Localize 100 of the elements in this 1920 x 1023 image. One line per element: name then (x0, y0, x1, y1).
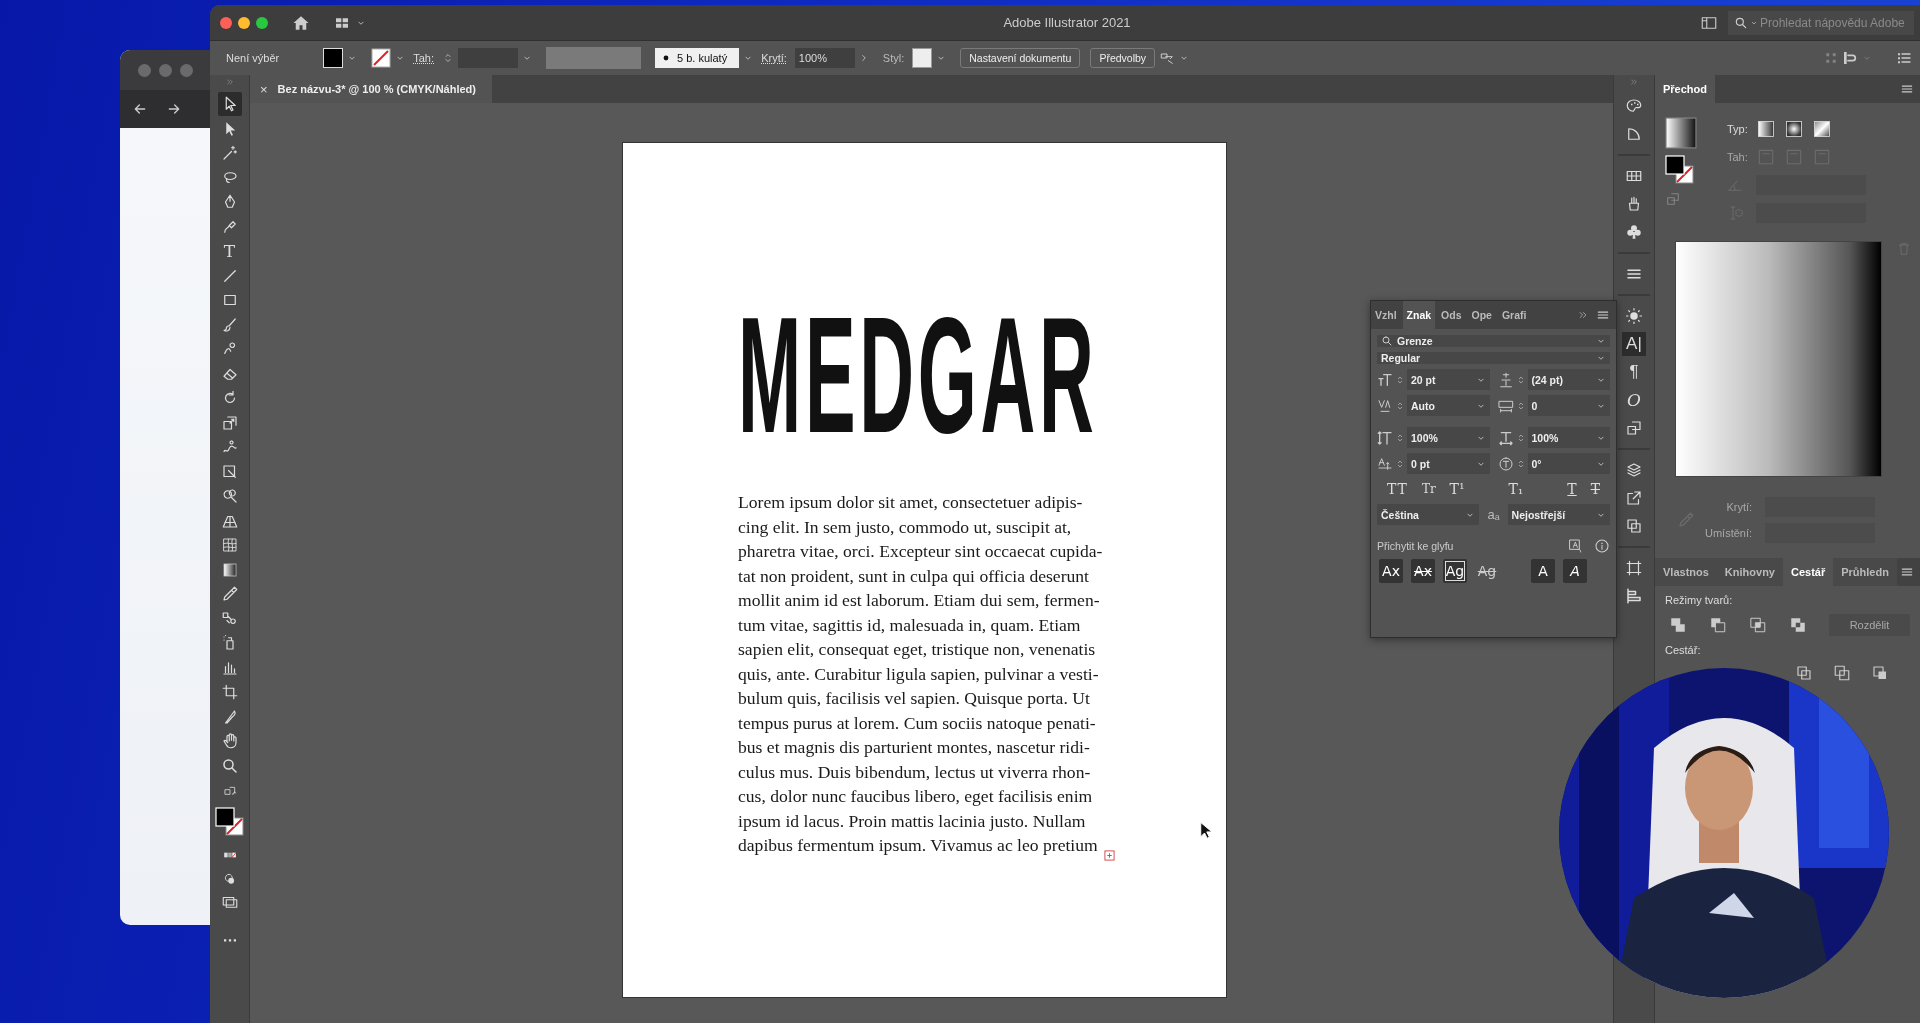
panel-tab[interactable]: Vzhl (1371, 301, 1401, 329)
toolbar-button[interactable]: Předvolby (1090, 48, 1156, 68)
antialias-glyph: aₐ (1487, 507, 1500, 522)
double-chevron-icon[interactable] (1578, 310, 1588, 320)
type-tool[interactable]: T (217, 239, 242, 263)
stroke-label[interactable]: Tah: (413, 52, 434, 64)
type-style-button[interactable]: T¹ (1443, 481, 1471, 497)
snap-label: Přichytit ke glyfu (1377, 540, 1454, 552)
font-size-field[interactable]: 20 pt (1407, 369, 1490, 390)
panel-tab[interactable]: Ope (1467, 301, 1496, 329)
search-icon (1734, 15, 1748, 30)
pathfinder-icon[interactable] (1795, 664, 1813, 682)
panel-tab[interactable]: Cestář (1783, 558, 1834, 586)
style-swatch[interactable] (912, 48, 933, 68)
info-icon[interactable] (1594, 538, 1610, 554)
body-text: Lorem ipsum dolor sit amet, consectetuer adipis- cing elit. In sem justo, commodo ut, suscipit at, pharetra vitae, orci. Excepteur sint occaecat cupida- tat non proident, sunt in culpa qui officia deserunt mollit anim id est laborum. Etiam dui sem, fermen- tum vitae, sagittis id, malesuada in, quam. Etiam sapien elit, consequat eget, tristique non, venenatis quis, ante. Curabitur ligula sapien, pulvinar a vesti- bulum quis, facilisis vel sapien. Quisque porta. Ut tempus purus at lorem. Cum sociis natoque penati- bus et magnis dis parturient montes, nascetur ridi- culus mus. Duis bibendum, lectus ut viverra rhon- cus, dolor nunc faucibus libero, eget facilisis enim ipsum id lacus. Proin mattis lacinia justo. Nullam dapibus fermentum ipsum. Vivamus ac leo pretium (738, 491, 1103, 857)
gradient-preview[interactable] (1675, 241, 1882, 477)
search-icon (1381, 335, 1393, 347)
close-tab-button[interactable]: × (258, 81, 270, 97)
location-label: Umístění: (1705, 527, 1753, 539)
fill-swatch[interactable] (323, 48, 344, 68)
fill-stroke-drawing[interactable] (214, 806, 245, 837)
shape-modes-label: Režimy tvarů: (1665, 594, 1734, 606)
type-style-button[interactable]: T (1584, 481, 1606, 497)
panel-button[interactable]: ¶ (1622, 360, 1646, 384)
heading: MEDGAR (738, 293, 1098, 458)
maximize-button[interactable] (256, 16, 268, 29)
snap-button[interactable]: Ax (1411, 559, 1435, 583)
window-dot[interactable] (180, 63, 193, 77)
panel-tab[interactable]: Vlastnos (1655, 558, 1717, 586)
type-label: Typ: (1727, 123, 1748, 135)
spinner-icon[interactable] (1395, 374, 1405, 385)
style-label: Styl: (882, 52, 905, 64)
document-tab[interactable]: × Bez názvu-3* @ 100 % (CMYK/Náhled) (250, 75, 492, 103)
intersect-icon[interactable] (1749, 616, 1767, 634)
fill-stroke-drawing[interactable] (1665, 155, 1695, 185)
vertical-scale-icon (1377, 429, 1393, 446)
leading-field[interactable]: (24 pt) (1527, 369, 1610, 390)
vertical-scale-field[interactable]: 100% (1407, 427, 1490, 448)
opacity-field[interactable]: 100% (794, 48, 855, 68)
snap-button[interactable]: A (1531, 559, 1555, 583)
panel-button[interactable]: O (1622, 388, 1646, 412)
baseline-shift-field[interactable]: 0 pt (1407, 453, 1490, 474)
spinner-icon[interactable] (1395, 400, 1405, 411)
menu-icon[interactable] (1900, 82, 1914, 96)
rotation-field[interactable]: 0° (1527, 453, 1610, 474)
trim-icon[interactable] (1871, 664, 1889, 682)
type-style-button[interactable]: Tr (1415, 481, 1442, 497)
gradient-swatch[interactable] (1665, 117, 1697, 149)
kerning-field[interactable]: Auto (1407, 395, 1490, 416)
window-dot[interactable] (138, 63, 151, 77)
glyph-box-icon[interactable] (1568, 538, 1584, 554)
brush-dropdown[interactable]: 5 b. kulatý (655, 48, 740, 68)
list-icon[interactable] (1896, 50, 1912, 66)
font-style-field[interactable]: Regular (1377, 352, 1610, 364)
panel-tab[interactable]: Knihovny (1716, 558, 1783, 586)
opacity-label[interactable]: Krytí: (761, 52, 787, 64)
toolbar-button[interactable]: Nastavení dokumentu (960, 48, 1081, 68)
minimize-button[interactable] (238, 16, 250, 29)
panel-tab[interactable]: Přechod (1655, 75, 1715, 103)
snap-button[interactable]: Ag (1475, 559, 1499, 583)
panel-tab[interactable]: Průhledn (1833, 558, 1897, 586)
type-style-button[interactable]: T₁ (1502, 481, 1530, 497)
linear-gradient-button[interactable] (1755, 119, 1776, 139)
type-style-button[interactable]: T (1561, 481, 1583, 497)
close-button[interactable] (220, 16, 232, 29)
menu-icon[interactable] (1596, 308, 1610, 322)
snap-button[interactable]: Ag (1443, 559, 1467, 583)
font-family-field[interactable]: Grenze (1377, 335, 1610, 347)
spinner-icon[interactable] (1395, 458, 1405, 469)
spinner-icon[interactable] (1395, 432, 1405, 443)
help-search-field[interactable]: Prohledat nápovědu Adobe (1728, 10, 1914, 35)
panel-tab[interactable]: Grafi (1497, 301, 1531, 329)
exclude-icon[interactable] (1789, 616, 1807, 634)
language-field[interactable]: Čeština (1377, 504, 1480, 525)
divide-icon[interactable] (1833, 664, 1851, 682)
snap-button[interactable]: Ax (1379, 559, 1403, 583)
forward-icon[interactable] (166, 101, 182, 117)
snap-align-icon[interactable] (1842, 50, 1858, 66)
freeform-gradient-button[interactable] (1811, 119, 1832, 139)
radial-gradient-button[interactable] (1783, 119, 1804, 139)
antialias-field[interactable]: Nejostřejší (1507, 504, 1610, 525)
horizontal-scale-field[interactable]: 100% (1527, 427, 1610, 448)
back-icon[interactable] (132, 101, 148, 117)
snap-button[interactable]: A (1563, 559, 1587, 583)
panel-tab[interactable]: Znak (1402, 301, 1436, 329)
type-style-button[interactable]: TT (1381, 481, 1414, 497)
menu-icon[interactable] (1900, 565, 1914, 579)
rotation-icon (1497, 455, 1514, 472)
panel-tab[interactable]: Ods (1437, 301, 1466, 329)
overflow-plus-icon[interactable] (1104, 850, 1115, 861)
panel-button[interactable]: A| (1622, 332, 1646, 356)
unite-icon[interactable] (1669, 616, 1687, 634)
minus-front-icon[interactable] (1709, 616, 1727, 634)
tracking-field[interactable]: 0 (1527, 395, 1610, 416)
dot-icon (663, 55, 669, 61)
opacity-label: Krytí: (1726, 501, 1753, 513)
horizontal-scale-icon (1497, 429, 1514, 446)
stroke-none-swatch[interactable] (371, 48, 392, 68)
window-dot[interactable] (159, 63, 172, 77)
